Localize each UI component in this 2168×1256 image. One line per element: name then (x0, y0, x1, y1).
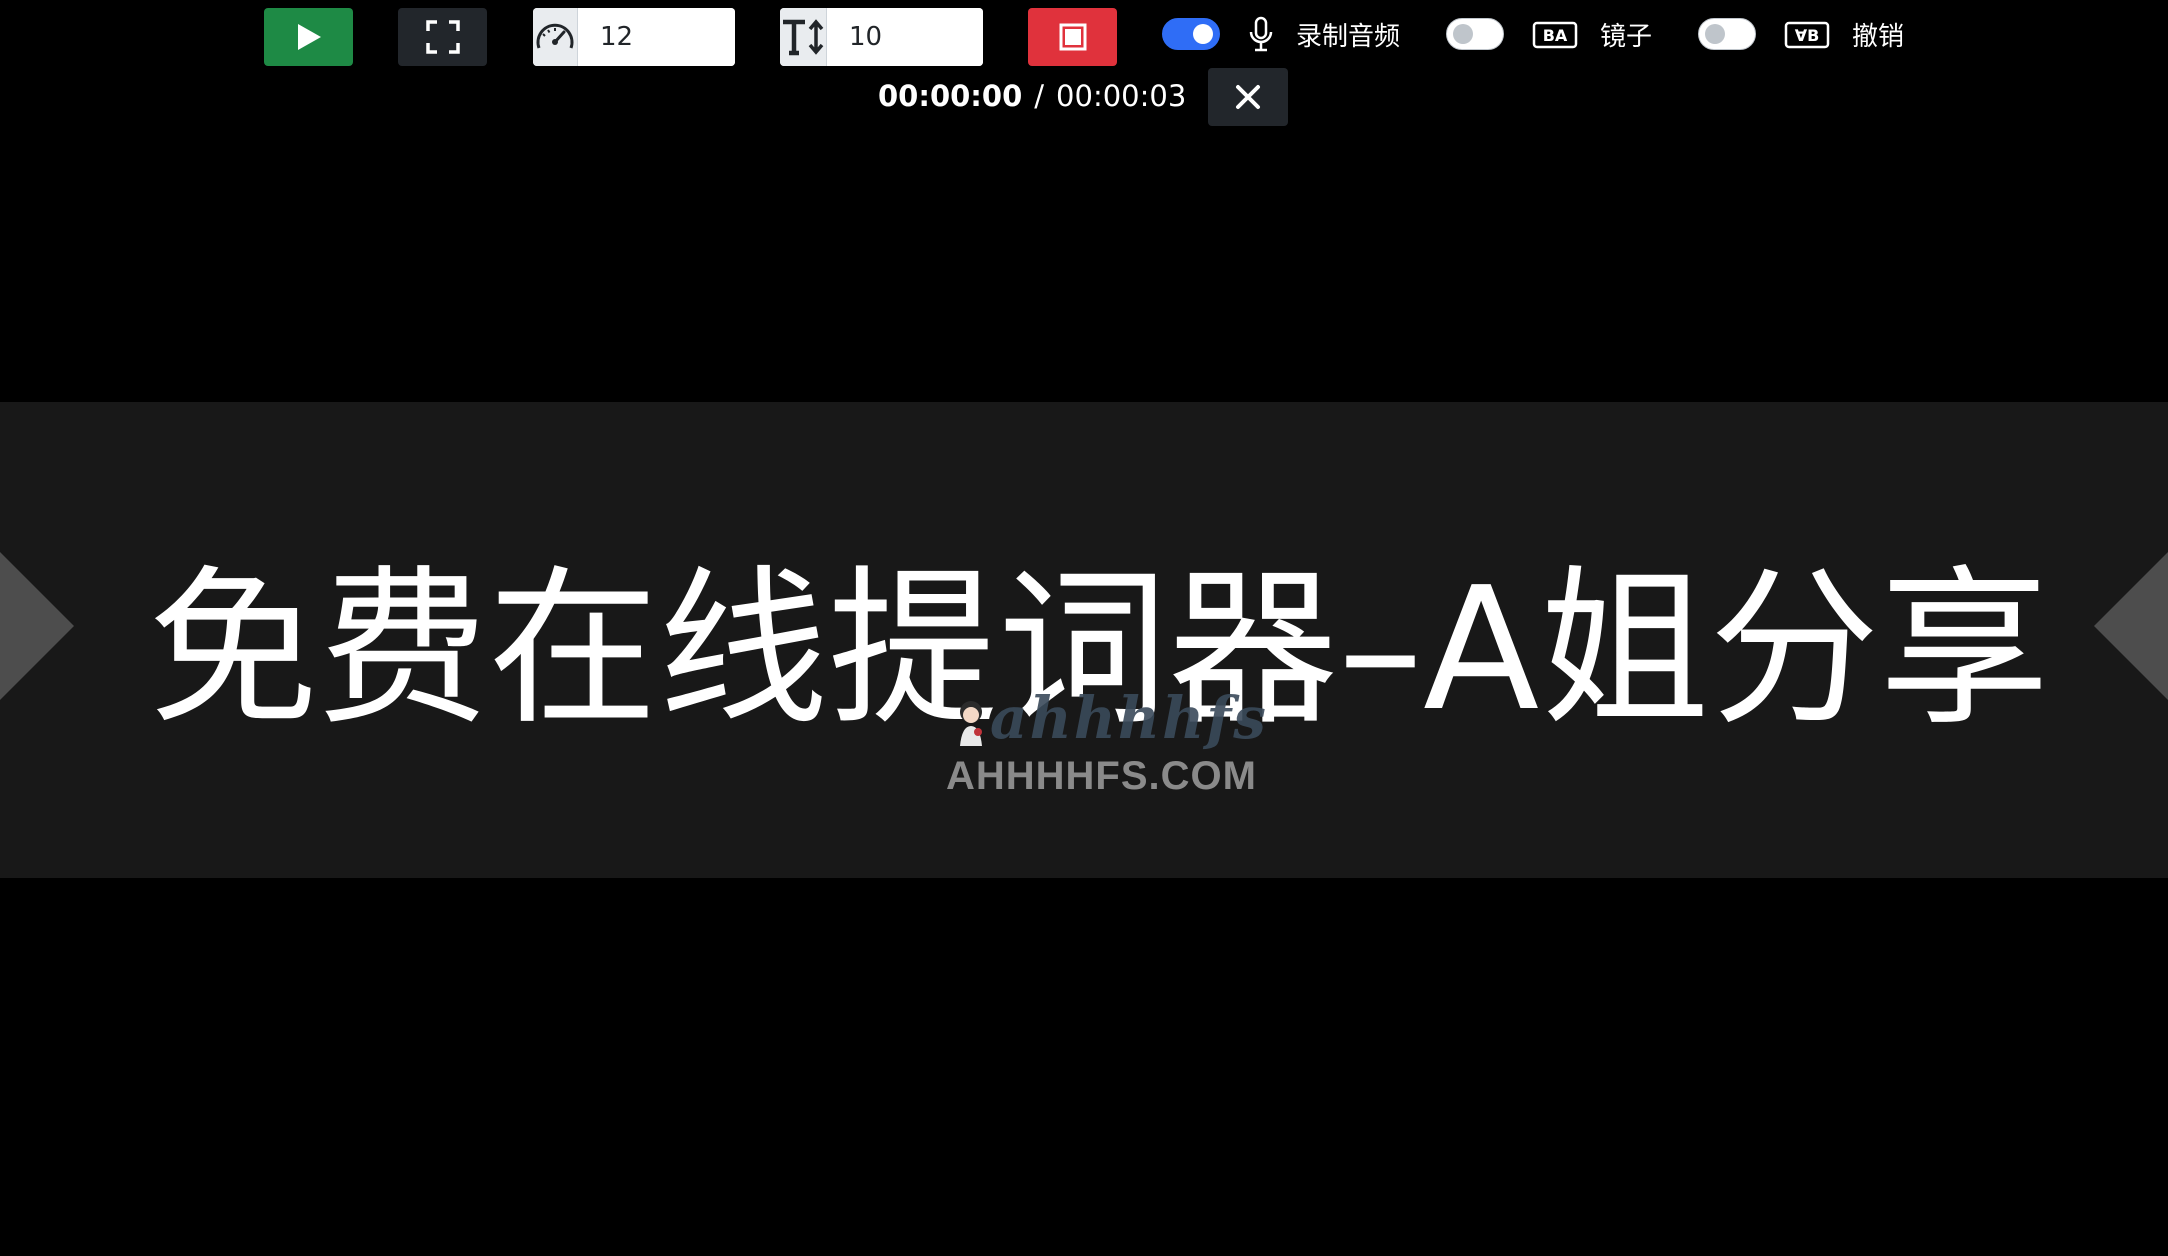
watermark-url: AHHHHFS.COM (946, 754, 1257, 798)
total-time: 00:00:03 (1056, 79, 1187, 113)
svg-text:ВA: ВA (1543, 26, 1568, 45)
record-audio-toggle[interactable] (1162, 18, 1220, 50)
watermark: ahhhhfs AHHHHFS.COM (940, 680, 1280, 810)
toggle-knob (1705, 24, 1725, 44)
play-icon (297, 24, 321, 50)
toggle-knob (1193, 24, 1213, 44)
speed-addon (533, 8, 578, 66)
toggle-knob (1453, 24, 1473, 44)
mirror-text-icon: ВA (1532, 16, 1578, 54)
text-size-icon (783, 19, 824, 56)
speed-input[interactable] (578, 8, 735, 66)
font-size-input[interactable] (827, 8, 983, 66)
svg-text:∀B: ∀B (1795, 26, 1820, 45)
record-audio-label: 录制音频 (1296, 22, 1401, 52)
teleprompter-stage: 录制音频 ВA 镜子 ∀B 撤销 00:00:00 / 00:00:03 (0, 0, 2168, 1256)
fullscreen-button[interactable] (398, 8, 487, 66)
chevron-left-icon (0, 552, 74, 700)
microphone-icon (1246, 16, 1276, 54)
flip-text-icon: ∀B (1784, 16, 1830, 54)
stop-icon (1059, 23, 1086, 51)
toolbar: 录制音频 ВA 镜子 ∀B 撤销 00:00:00 / 00:00:03 (0, 0, 2168, 126)
mirror-toggle[interactable] (1446, 18, 1504, 50)
play-button[interactable] (264, 8, 353, 66)
reverse-label: 撤销 (1852, 22, 1905, 52)
watermark-script: ahhhhfs (990, 684, 1268, 752)
mascot-icon (960, 701, 982, 746)
reverse-toggle[interactable] (1698, 18, 1756, 50)
playback-timer: 00:00:00 / 00:00:03 (878, 76, 1186, 116)
close-button[interactable] (1208, 68, 1288, 126)
speed-control (533, 8, 735, 66)
speedometer-icon (536, 23, 574, 49)
timer-separator: / (1034, 79, 1045, 113)
elapsed-time: 00:00:00 (878, 79, 1023, 113)
mirror-label: 镜子 (1600, 22, 1653, 52)
font-size-control (780, 8, 983, 66)
chevron-right-icon (2094, 552, 2168, 700)
font-size-addon (780, 8, 827, 66)
fullscreen-icon (425, 20, 460, 54)
record-button[interactable] (1028, 8, 1117, 66)
close-icon (1236, 85, 1260, 109)
